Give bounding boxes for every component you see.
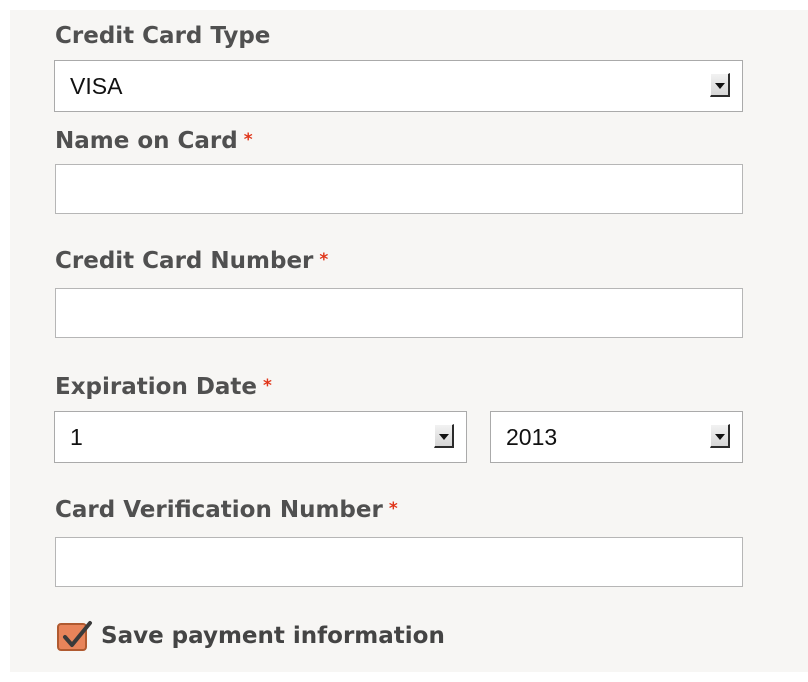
required-marker: * bbox=[319, 250, 329, 270]
card-type-select[interactable]: VISA bbox=[54, 60, 743, 112]
card-number-input[interactable] bbox=[55, 288, 743, 338]
name-on-card-label-text: Name on Card bbox=[55, 128, 238, 154]
name-on-card-input[interactable] bbox=[55, 164, 743, 214]
card-number-label: Credit Card Number * bbox=[55, 247, 328, 277]
required-marker: * bbox=[243, 130, 253, 150]
chevron-down-icon[interactable] bbox=[434, 424, 454, 448]
chevron-down-icon[interactable] bbox=[710, 73, 730, 97]
card-number-label-text: Credit Card Number bbox=[55, 248, 314, 274]
expiration-month-select[interactable]: 1 bbox=[54, 411, 467, 463]
chevron-down-icon[interactable] bbox=[710, 424, 730, 448]
expiration-date-label-text: Expiration Date bbox=[55, 374, 258, 400]
save-payment-checkbox[interactable] bbox=[57, 621, 92, 651]
card-type-label: Credit Card Type bbox=[55, 22, 270, 50]
save-payment-label[interactable]: Save payment information bbox=[101, 620, 445, 652]
name-on-card-label: Name on Card * bbox=[55, 127, 253, 157]
expiration-year-select[interactable]: 2013 bbox=[490, 411, 743, 463]
cvv-label: Card Verification Number * bbox=[55, 496, 398, 526]
cvv-label-text: Card Verification Number bbox=[55, 497, 383, 523]
cvv-input[interactable] bbox=[55, 537, 743, 587]
card-type-label-text: Credit Card Type bbox=[55, 23, 271, 49]
expiration-date-label: Expiration Date * bbox=[55, 373, 272, 403]
expiration-month-value: 1 bbox=[70, 424, 83, 450]
expiration-year-value: 2013 bbox=[506, 424, 558, 450]
required-marker: * bbox=[388, 499, 398, 519]
required-marker: * bbox=[263, 376, 272, 396]
card-type-selected-value: VISA bbox=[70, 73, 123, 99]
checkmark-icon bbox=[63, 621, 92, 647]
